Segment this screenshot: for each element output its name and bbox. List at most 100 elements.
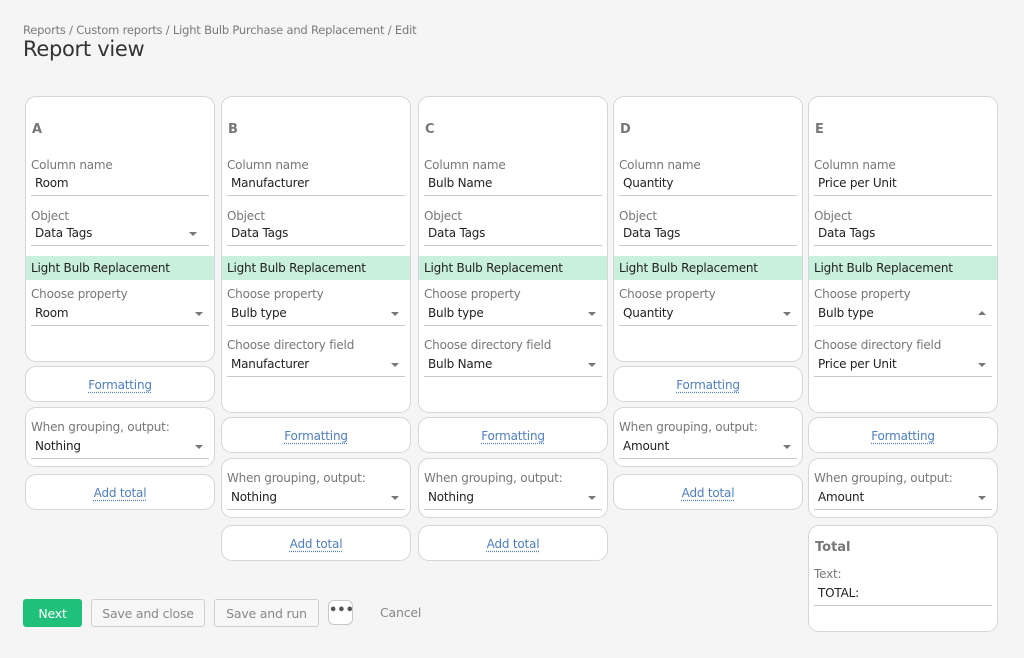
cancel-link[interactable]: Cancel <box>380 605 421 620</box>
formatting-card: Formatting <box>221 417 411 453</box>
save-and-close-button[interactable]: Save and close <box>91 599 205 627</box>
column-letter: C <box>425 122 435 137</box>
chevron-down-icon <box>978 363 986 367</box>
column-card: B Column name Manufacturer Object Data T… <box>221 96 411 413</box>
chevron-down-icon <box>189 232 197 236</box>
grouping-label: When grouping, output: <box>814 471 953 485</box>
add-total-link[interactable]: Add total <box>222 537 410 551</box>
add-total-card: Add total <box>221 525 411 561</box>
formatting-link[interactable]: Formatting <box>222 429 410 443</box>
grouping-select[interactable]: Nothing <box>424 486 602 510</box>
grouping-card: When grouping, output: Amount <box>613 407 803 467</box>
column-name-label: Column name <box>227 158 309 172</box>
chevron-down-icon <box>195 312 203 316</box>
property-value: Bulb type <box>231 306 287 320</box>
data-tag-highlight: Light Bulb Replacement <box>614 256 802 280</box>
column-card: A Column name Room Object Data Tags Ligh… <box>25 96 215 362</box>
add-total-link[interactable]: Add total <box>26 486 214 500</box>
directory-field-select[interactable]: Price per Unit <box>814 353 992 377</box>
grouping-label: When grouping, output: <box>227 471 366 485</box>
property-value: Bulb type <box>428 306 484 320</box>
grouping-label: When grouping, output: <box>424 471 563 485</box>
add-total-card: Add total <box>613 474 803 510</box>
column-letter: D <box>620 122 631 137</box>
grouping-card: When grouping, output: Nothing <box>25 407 215 467</box>
column-name-label: Column name <box>424 158 506 172</box>
formatting-card: Formatting <box>808 417 998 453</box>
object-label: Object <box>227 209 265 223</box>
grouping-value: Nothing <box>428 490 474 504</box>
data-tag-highlight: Light Bulb Replacement <box>222 256 410 280</box>
column-card: D Column name Quantity Object Data Tags … <box>613 96 803 362</box>
add-total-link[interactable]: Add total <box>614 486 802 500</box>
column-name-label: Column name <box>814 158 896 172</box>
property-select[interactable]: Quantity <box>619 302 797 326</box>
more-options-icon[interactable]: ••• <box>328 600 354 625</box>
chevron-down-icon <box>391 363 399 367</box>
directory-field-select[interactable]: Bulb Name <box>424 353 602 377</box>
formatting-link[interactable]: Formatting <box>809 429 997 443</box>
add-total-link[interactable]: Add total <box>419 537 607 551</box>
formatting-link[interactable]: Formatting <box>26 378 214 392</box>
column-name-input[interactable]: Manufacturer <box>227 172 405 196</box>
grouping-card: When grouping, output: Nothing <box>418 458 608 518</box>
column-card: C Column name Bulb Name Object Data Tags… <box>418 96 608 413</box>
total-text-input[interactable]: TOTAL: <box>814 582 992 606</box>
property-select[interactable]: Bulb type <box>424 302 602 326</box>
formatting-card: Formatting <box>25 366 215 402</box>
property-value: Bulb type <box>818 306 874 320</box>
chevron-down-icon <box>391 312 399 316</box>
chevron-down-icon <box>391 496 399 500</box>
column-name-label: Column name <box>619 158 701 172</box>
column-name-input[interactable]: Quantity <box>619 172 797 196</box>
chevron-down-icon <box>783 312 791 316</box>
object-value: Data Tags <box>35 226 93 240</box>
add-total-card: Add total <box>418 525 608 561</box>
column-letter: B <box>228 122 238 137</box>
directory-field-select[interactable]: Manufacturer <box>227 353 405 377</box>
grouping-select[interactable]: Nothing <box>227 486 405 510</box>
grouping-select[interactable]: Amount <box>814 486 992 510</box>
total-card: Total Text: TOTAL: <box>808 525 998 632</box>
object-select[interactable]: Data Tags <box>31 222 209 246</box>
choose-property-label: Choose property <box>227 287 324 301</box>
formatting-link[interactable]: Formatting <box>614 378 802 392</box>
formatting-link[interactable]: Formatting <box>419 429 607 443</box>
object-select[interactable]: Data Tags <box>424 222 602 246</box>
object-select[interactable]: Data Tags <box>227 222 405 246</box>
grouping-select[interactable]: Nothing <box>31 435 209 459</box>
data-tag-highlight: Light Bulb Replacement <box>419 256 607 280</box>
chevron-down-icon <box>195 445 203 449</box>
formatting-card: Formatting <box>613 366 803 402</box>
directory-field-label: Choose directory field <box>227 338 355 352</box>
grouping-select[interactable]: Amount <box>619 435 797 459</box>
property-select[interactable]: Bulb type <box>227 302 405 326</box>
breadcrumb[interactable]: Reports / Custom reports / Light Bulb Pu… <box>23 23 417 37</box>
next-button[interactable]: Next <box>23 599 82 627</box>
column-name-input[interactable]: Price per Unit <box>814 172 992 196</box>
column-letter: A <box>32 122 43 137</box>
object-select[interactable]: Data Tags <box>619 222 797 246</box>
directory-field-label: Choose directory field <box>814 338 942 352</box>
directory-field-value: Bulb Name <box>428 357 493 371</box>
save-and-run-button[interactable]: Save and run <box>214 599 319 627</box>
object-select[interactable]: Data Tags <box>814 222 992 246</box>
property-value: Quantity <box>623 306 674 320</box>
property-select[interactable]: Room <box>31 302 209 326</box>
data-tag-highlight: Light Bulb Replacement <box>809 256 997 280</box>
chevron-down-icon <box>588 496 596 500</box>
choose-property-label: Choose property <box>424 287 521 301</box>
chevron-down-icon <box>783 445 791 449</box>
property-select[interactable]: Bulb type <box>814 302 992 326</box>
object-label: Object <box>31 209 69 223</box>
add-total-card: Add total <box>25 474 215 510</box>
column-name-input[interactable]: Bulb Name <box>424 172 602 196</box>
directory-field-value: Price per Unit <box>818 357 897 371</box>
choose-property-label: Choose property <box>814 287 911 301</box>
grouping-card: When grouping, output: Nothing <box>221 458 411 518</box>
directory-field-value: Manufacturer <box>231 357 309 371</box>
grouping-value: Nothing <box>231 490 277 504</box>
grouping-label: When grouping, output: <box>619 420 758 434</box>
grouping-value: Amount <box>818 490 864 504</box>
column-name-input[interactable]: Room <box>31 172 209 196</box>
